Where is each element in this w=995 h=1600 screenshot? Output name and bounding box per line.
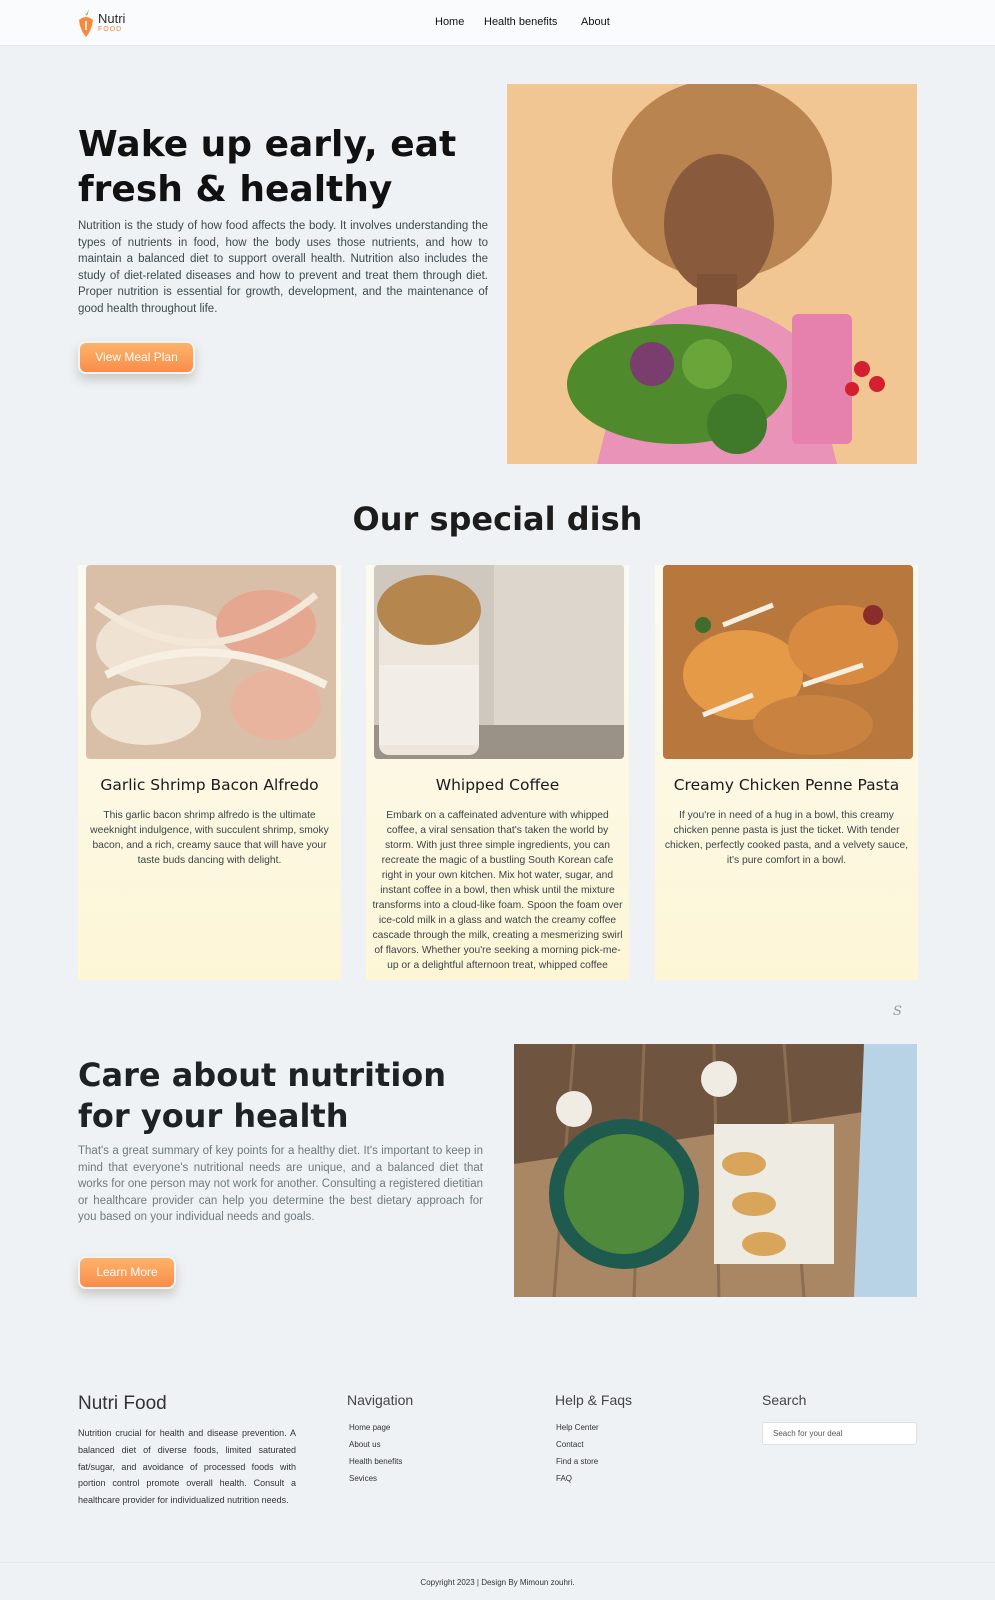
footer-link-health-benefits[interactable]: Health benefits [349,1457,402,1466]
care-description: That's a great summary of key points for… [78,1145,483,1224]
hero-woman-vegetables-image [507,84,917,464]
top-navbar: Nutri FOOD Home Health benefits About [0,0,995,46]
logo-text-nutri: Nutri [98,11,126,26]
footer-link-help-center[interactable]: Help Center [556,1423,599,1432]
footer-brand-text: Nutrition crucial for health and disease… [78,1428,296,1506]
dish-description: Embark on a caffeinated adventure with w… [372,810,623,971]
hero-description: Nutrition is the study of how food affec… [78,220,488,315]
footer-brand: Nutri Food [78,1393,167,1414]
learn-more-button[interactable]: Learn More [78,1256,176,1289]
chicken-penne-image [663,565,913,759]
dish-card[interactable]: Creamy Chicken Penne Pasta If you're in … [655,565,918,980]
footer-link-home-page[interactable]: Home page [349,1423,390,1432]
nav-link-home[interactable]: Home [435,16,464,28]
carrot-logo-icon [79,9,93,37]
hero-title: Wake up early, eat fresh & healthy [78,124,457,210]
nav-link-health-benefits[interactable]: Health benefits [484,16,557,28]
care-title: Care about nutrition for your health [78,1056,447,1135]
view-meal-plan-button[interactable]: View Meal Plan [78,341,195,374]
special-dish-title: Our special dish [352,500,643,538]
footer-help-title: Help & Faqs [555,1392,633,1408]
dish-card[interactable]: Whipped Coffee Embark on a caffeinated a… [366,565,629,980]
scroll-s-icon[interactable]: S [893,1004,902,1019]
shrimp-alfredo-image [86,565,336,759]
footer-link-contact[interactable]: Contact [556,1440,584,1449]
copyright-text: Copyright 2023 | Design By Mimoun zouhri… [420,1578,575,1587]
dish-description: This garlic bacon shrimp alfredo is the … [90,810,329,866]
nav-link-about[interactable]: About [581,16,610,28]
dish-title: Garlic Shrimp Bacon Alfredo [100,776,319,794]
dish-card[interactable]: Garlic Shrimp Bacon Alfredo This garlic … [78,565,341,980]
footer-link-find-store[interactable]: Find a store [556,1457,598,1466]
dish-title: Whipped Coffee [435,776,560,794]
dish-description: If you're in need of a hug in a bowl, th… [664,810,909,866]
footer-search-title: Search [762,1392,807,1408]
dish-title: Creamy Chicken Penne Pasta [673,776,900,794]
footer-search-input[interactable] [762,1422,917,1445]
healthy-table-image [514,1044,917,1297]
footer-link-about-us[interactable]: About us [349,1440,381,1449]
footer-link-faq[interactable]: FAQ [556,1474,572,1483]
whipped-coffee-image [374,565,624,759]
footer-link-services[interactable]: Sevices [349,1474,377,1483]
nutri-food-logo[interactable]: Nutri FOOD [78,8,138,38]
logo-text-food: FOOD [98,26,123,33]
footer-navigation-title: Navigation [347,1392,414,1408]
footer-divider [0,1562,995,1563]
